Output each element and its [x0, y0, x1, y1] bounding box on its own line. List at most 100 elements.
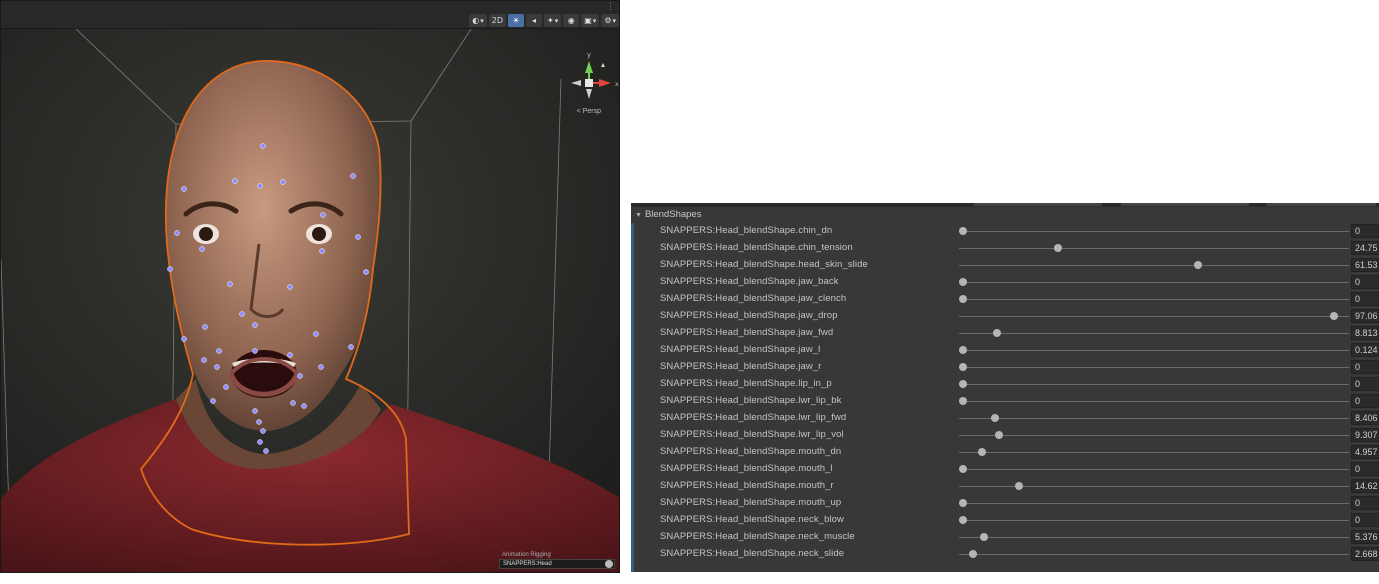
- section-title: BlendShapes: [644, 209, 702, 220]
- blendshape-row: SNAPPERS:Head_blendShape.mouth_up 0: [631, 495, 1379, 512]
- blendshape-slider-thumb[interactable]: [1329, 312, 1338, 320]
- blendshape-slider-track[interactable]: [959, 230, 1349, 232]
- blendshape-slider-track[interactable]: [959, 553, 1349, 555]
- 2d-toggle[interactable]: 2D: [488, 13, 507, 27]
- blendshape-slider-thumb[interactable]: [959, 465, 967, 473]
- camera-icon[interactable]: ▣: [581, 13, 600, 27]
- object-picker-icon[interactable]: [605, 560, 613, 568]
- blendshape-slider-track[interactable]: [959, 383, 1349, 385]
- blendshape-slider-track[interactable]: [959, 468, 1349, 470]
- blendshape-slider-thumb[interactable]: [979, 533, 988, 541]
- blendshape-value-field[interactable]: 0: [1351, 394, 1379, 408]
- blendshape-row: SNAPPERS:Head_blendShape.mouth_r 14.62: [631, 478, 1379, 495]
- blendshape-slider-thumb[interactable]: [1194, 261, 1203, 269]
- blendshape-slider-thumb[interactable]: [959, 516, 967, 524]
- blendshape-label: SNAPPERS:Head_blendShape.mouth_l: [660, 463, 833, 474]
- blendshape-row: SNAPPERS:Head_blendShape.mouth_l 0: [631, 461, 1379, 478]
- blendshape-row: SNAPPERS:Head_blendShape.lwr_lip_fwd 8.40…: [631, 410, 1379, 427]
- blendshape-slider-thumb[interactable]: [1053, 244, 1062, 252]
- overlay-title: Animation Rigging: [502, 552, 551, 558]
- blendshape-row: SNAPPERS:Head_blendShape.head_skin_slide…: [631, 257, 1379, 274]
- blendshape-value-field[interactable]: 24.75: [1351, 241, 1379, 255]
- blendshape-row: SNAPPERS:Head_blendShape.jaw_l 0.124: [631, 342, 1379, 359]
- blendshape-label: SNAPPERS:Head_blendShape.mouth_dn: [660, 446, 842, 457]
- blendshape-value-field[interactable]: 8.813: [1351, 326, 1379, 340]
- blendshape-slider-track[interactable]: [959, 434, 1349, 436]
- blendshape-row: SNAPPERS:Head_blendShape.neck_muscle 5.37…: [631, 529, 1379, 546]
- blendshape-value-field[interactable]: 0: [1351, 513, 1379, 527]
- blendshape-slider-thumb[interactable]: [991, 414, 1000, 422]
- blendshape-value-field[interactable]: 97.06: [1351, 309, 1379, 323]
- audio-icon[interactable]: ◂: [526, 13, 543, 27]
- blendshape-value-field[interactable]: 14.62: [1351, 479, 1379, 493]
- blendshape-slider-thumb[interactable]: [959, 295, 967, 303]
- blendshape-slider-track[interactable]: [959, 332, 1349, 334]
- scene-viewport[interactable]: y x < Persp: [1, 28, 619, 572]
- blendshape-slider-track[interactable]: [959, 349, 1349, 351]
- gizmos-icon[interactable]: ⚙: [601, 13, 619, 27]
- blendshape-label: SNAPPERS:Head_blendShape.neck_slide: [660, 548, 845, 559]
- blendshape-slider-thumb[interactable]: [992, 329, 1001, 337]
- blendshape-slider-track[interactable]: [959, 298, 1349, 300]
- blendshape-slider-thumb[interactable]: [994, 431, 1003, 439]
- blendshape-value-field[interactable]: 0.124: [1351, 343, 1379, 357]
- blendshape-slider-thumb[interactable]: [959, 397, 967, 405]
- blendshape-label: SNAPPERS:Head_blendShape.head_skin_slide: [660, 259, 868, 270]
- blendshape-slider-thumb[interactable]: [959, 380, 967, 388]
- blendshape-slider-thumb[interactable]: [959, 499, 967, 507]
- blendshape-slider-track[interactable]: [959, 264, 1349, 266]
- blendshape-slider-track[interactable]: [959, 366, 1349, 368]
- blendshape-slider-track[interactable]: [959, 536, 1349, 538]
- blendshape-row: SNAPPERS:Head_blendShape.lwr_lip_vol 9.30…: [631, 427, 1379, 444]
- projection-label[interactable]: < Persp: [577, 108, 601, 115]
- blendshape-value-field[interactable]: 8.406: [1351, 411, 1379, 425]
- blendshape-row: SNAPPERS:Head_blendShape.chin_dn 0: [631, 223, 1379, 240]
- blendshape-slider-track[interactable]: [959, 400, 1349, 402]
- hidden-objects-icon[interactable]: ◉: [563, 13, 580, 27]
- rig-target-value: SNAPPERS:Head: [503, 561, 552, 567]
- effects-icon[interactable]: ✦: [544, 13, 562, 27]
- blendshape-row: SNAPPERS:Head_blendShape.jaw_drop 97.06: [631, 308, 1379, 325]
- blendshape-slider-thumb[interactable]: [969, 550, 978, 558]
- gizmo-axis-x-label: x: [615, 81, 619, 88]
- blendshape-value-field[interactable]: 0: [1351, 275, 1379, 289]
- animation-rigging-overlay: Animation Rigging SNAPPERS:Head: [499, 552, 615, 570]
- blendshape-slider-thumb[interactable]: [959, 346, 968, 354]
- blendshape-row: SNAPPERS:Head_blendShape.neck_blow 0: [631, 512, 1379, 529]
- blendshape-value-field[interactable]: 4.957: [1351, 445, 1379, 459]
- blendshape-label: SNAPPERS:Head_blendShape.lwr_lip_fwd: [660, 412, 847, 423]
- blendshape-slider-track[interactable]: [959, 451, 1349, 453]
- lighting-icon[interactable]: ☀: [508, 13, 525, 27]
- viewport-render: y x: [1, 28, 619, 572]
- blendshape-value-field[interactable]: 0: [1351, 496, 1379, 510]
- blendshape-slider-track[interactable]: [959, 315, 1349, 317]
- more-options-icon[interactable]: ⋮: [606, 2, 615, 11]
- blendshape-slider-thumb[interactable]: [1014, 482, 1023, 490]
- blendshape-label: SNAPPERS:Head_blendShape.jaw_r: [660, 361, 822, 372]
- draw-mode-icon[interactable]: ◐: [469, 13, 487, 27]
- blendshape-value-field[interactable]: 61.53: [1351, 258, 1379, 272]
- blendshape-value-field[interactable]: 0: [1351, 462, 1379, 476]
- blendshape-value-field[interactable]: 0: [1351, 292, 1379, 306]
- blendshape-value-field[interactable]: 0: [1351, 377, 1379, 391]
- blendshape-value-field[interactable]: 9.307: [1351, 428, 1379, 442]
- blendshape-slider-thumb[interactable]: [977, 448, 986, 456]
- blendshape-slider-track[interactable]: [959, 417, 1349, 419]
- blendshape-value-field[interactable]: 0: [1351, 224, 1379, 238]
- foldout-arrow-icon[interactable]: ▼: [635, 212, 642, 219]
- rig-target-field[interactable]: SNAPPERS:Head: [499, 559, 615, 569]
- blendshape-row: SNAPPERS:Head_blendShape.jaw_fwd 8.813: [631, 325, 1379, 342]
- blendshape-value-field[interactable]: 0: [1351, 360, 1379, 374]
- scene-view[interactable]: ⋮ ◐2D☀◂✦◉▣⚙: [0, 0, 620, 573]
- blendshape-slider-thumb[interactable]: [959, 278, 967, 286]
- blendshape-slider-thumb[interactable]: [959, 363, 967, 371]
- blendshape-value-field[interactable]: 5.376: [1351, 530, 1379, 544]
- blendshape-slider-track[interactable]: [959, 519, 1349, 521]
- blendshape-slider-thumb[interactable]: [959, 227, 967, 235]
- blendshape-label: SNAPPERS:Head_blendShape.lwr_lip_vol: [660, 429, 844, 440]
- blendshape-slider-track[interactable]: [959, 502, 1349, 504]
- blendshape-value-field[interactable]: 2.668: [1351, 547, 1379, 561]
- blendshape-slider-track[interactable]: [959, 281, 1349, 283]
- blendshape-slider-track[interactable]: [959, 247, 1349, 249]
- blendshapes-foldout[interactable]: ▼ BlendShapes: [631, 208, 1379, 221]
